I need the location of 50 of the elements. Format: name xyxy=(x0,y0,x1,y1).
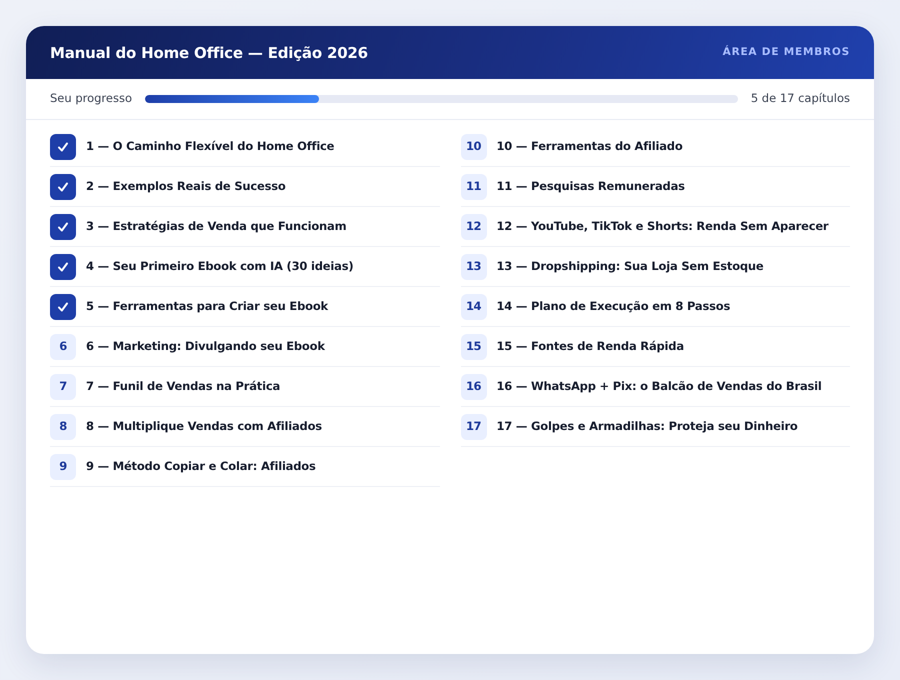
chapter-number: 10 xyxy=(460,134,486,160)
page-title: Manual do Home Office — Edição 2026 xyxy=(50,44,368,62)
chapter-title: 13 — Dropshipping: Sua Loja Sem Estoque xyxy=(496,258,764,275)
chapter-number: 7 xyxy=(50,374,76,400)
chapter-item[interactable]: 10 10 — Ferramentas do Afiliado xyxy=(460,127,850,167)
chapter-item[interactable]: 3 — Estratégias de Venda que Funcionam xyxy=(50,207,440,247)
chapter-title: 9 — Método Copiar e Colar: Afiliados xyxy=(86,458,316,475)
chapter-item[interactable]: 14 14 — Plano de Execução em 8 Passos xyxy=(460,287,850,327)
chapter-item[interactable]: 6 6 — Marketing: Divulgando seu Ebook xyxy=(50,327,440,367)
chapter-number: 12 xyxy=(460,214,486,240)
chapter-item[interactable]: 5 — Ferramentas para Criar seu Ebook xyxy=(50,287,440,327)
chapter-number: 14 xyxy=(460,294,486,320)
chapter-number: 15 xyxy=(460,334,486,360)
members-area-link[interactable]: ÁREA DE MEMBROS xyxy=(722,44,850,60)
chapter-item[interactable]: 15 15 — Fontes de Renda Rápida xyxy=(460,327,850,367)
chapter-item[interactable]: 11 11 — Pesquisas Remuneradas xyxy=(460,167,850,207)
chapter-title: 12 — YouTube, TikTok e Shorts: Renda Sem Aparecer xyxy=(496,218,828,235)
chapter-item[interactable]: 7 7 — Funil de Vendas na Prática xyxy=(50,367,440,407)
chapter-title: 8 — Multiplique Vendas com Afiliados xyxy=(86,418,322,435)
chapter-title: 1 — O Caminho Flexível do Home Office xyxy=(86,138,334,155)
chapter-number: 8 xyxy=(50,414,76,440)
chapter-number: 16 xyxy=(460,374,486,400)
chapter-title: 14 — Plano de Execução em 8 Passos xyxy=(496,298,730,315)
chapter-title: 16 — WhatsApp + Pix: o Balcão de Vendas do Brasil xyxy=(496,378,822,395)
chapter-item[interactable]: 1 — O Caminho Flexível do Home Office xyxy=(50,127,440,167)
chapter-item[interactable]: 17 17 — Golpes e Armadilhas: Proteja seu Dinheiro xyxy=(460,407,850,447)
chapter-title: 11 — Pesquisas Remuneradas xyxy=(496,178,685,195)
chapter-number: 9 xyxy=(50,454,76,480)
chapter-item[interactable]: 4 — Seu Primeiro Ebook com IA (30 ideias) xyxy=(50,247,440,287)
chapter-item[interactable]: 16 16 — WhatsApp + Pix: o Balcão de Vendas do Brasil xyxy=(460,367,850,407)
chapter-item[interactable]: 2 — Exemplos Reais de Sucesso xyxy=(50,167,440,207)
chapter-title: 6 — Marketing: Divulgando seu Ebook xyxy=(86,338,325,355)
progress-reading: 5 de 17 capítulos xyxy=(750,90,850,108)
chapter-item[interactable]: 9 9 — Método Copiar e Colar: Afiliados xyxy=(50,447,440,487)
chapter-item[interactable]: 13 13 — Dropshipping: Sua Loja Sem Estoque xyxy=(460,247,850,287)
chapter-title: 3 — Estratégias de Venda que Funcionam xyxy=(86,218,346,235)
chapter-title: 5 — Ferramentas para Criar seu Ebook xyxy=(86,298,328,315)
chapter-number: 11 xyxy=(460,174,486,200)
chapter-number: 6 xyxy=(50,334,76,360)
progress-label: Seu progresso xyxy=(50,90,132,108)
chapter-title: 17 — Golpes e Armadilhas: Proteja seu Dinheiro xyxy=(496,418,798,435)
chapter-title: 2 — Exemplos Reais de Sucesso xyxy=(86,178,286,195)
chapter-item[interactable]: 12 12 — YouTube, TikTok e Shorts: Renda Sem Aparecer xyxy=(460,207,850,247)
chapter-number: 17 xyxy=(460,414,486,440)
chapter-title: 7 — Funil de Vendas na Prática xyxy=(86,378,280,395)
chapter-title: 4 — Seu Primeiro Ebook com IA (30 ideias) xyxy=(86,258,354,275)
chapter-item[interactable]: 8 8 — Multiplique Vendas com Afiliados xyxy=(50,407,440,447)
chapter-number: 13 xyxy=(460,254,486,280)
chapter-title: 15 — Fontes de Renda Rápida xyxy=(496,338,684,355)
chapter-title: 10 — Ferramentas do Afiliado xyxy=(496,138,683,155)
